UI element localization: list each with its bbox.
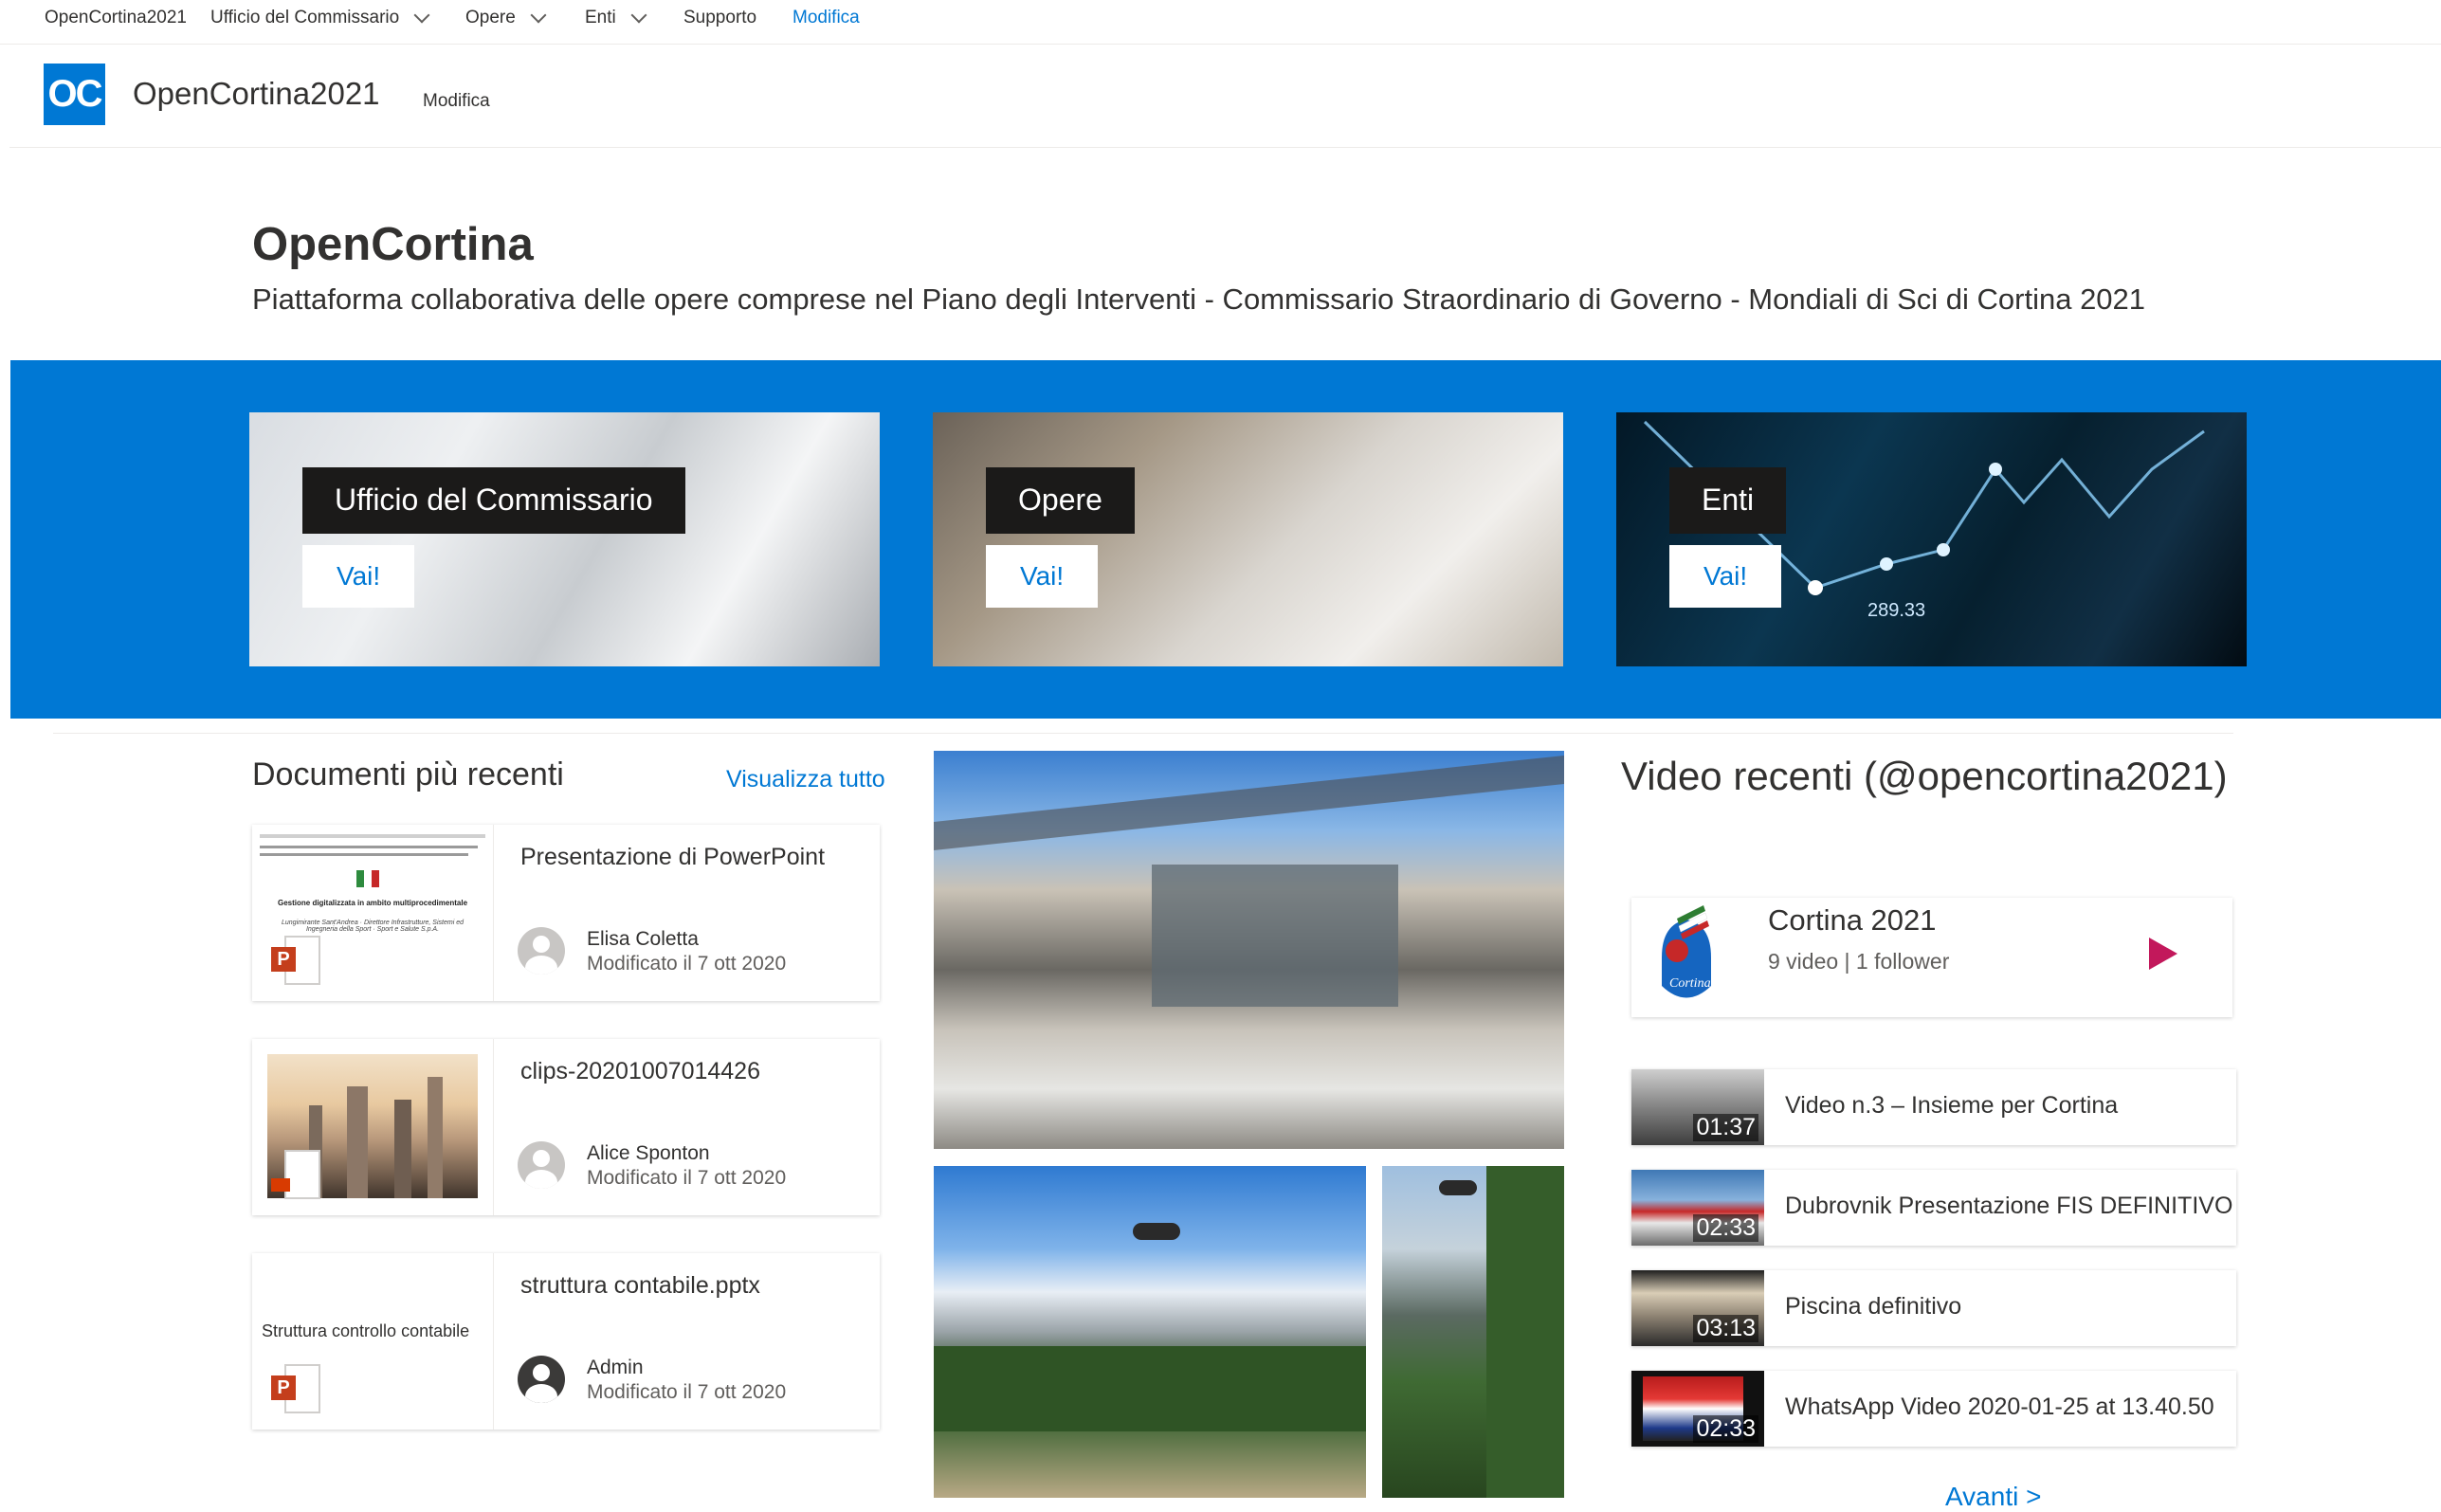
tile-opere[interactable]: Opere Vai! bbox=[933, 412, 1563, 666]
suite-nav-modifica[interactable]: Modifica bbox=[792, 8, 860, 28]
video-title: Dubrovnik Presentazione FIS DEFINITIVO bbox=[1785, 1193, 2233, 1219]
tile-label: Enti bbox=[1669, 467, 1787, 534]
video-duration: 01:37 bbox=[1693, 1114, 1758, 1141]
video-file-icon bbox=[271, 1150, 320, 1199]
documents-title: Documenti più recenti bbox=[252, 756, 564, 792]
document-author: Alice Sponton bbox=[587, 1142, 710, 1164]
avatar bbox=[518, 1141, 565, 1189]
document-modified: Modificato il 7 ott 2020 bbox=[587, 953, 787, 975]
suite-nav-enti[interactable]: Enti bbox=[585, 7, 647, 28]
videos-title: Video recenti (@opencortina2021) bbox=[1621, 754, 2228, 798]
tile-label: Ufficio del Commissario bbox=[302, 467, 685, 534]
suite-nav-supporto-label: Supporto bbox=[683, 8, 757, 27]
site-title[interactable]: OpenCortina2021 bbox=[133, 76, 380, 112]
channel-name: Cortina 2021 bbox=[1768, 903, 1937, 937]
document-thumbnail bbox=[252, 1039, 494, 1215]
tile-ufficio[interactable]: Ufficio del Commissario Vai! bbox=[249, 412, 880, 666]
tile-enti[interactable]: 289.33 Enti Vai! bbox=[1616, 412, 2247, 666]
gallery-photo-cableway[interactable] bbox=[934, 751, 1564, 1149]
avatar bbox=[518, 927, 565, 975]
suite-nav-ufficio[interactable]: Ufficio del Commissario bbox=[210, 7, 430, 28]
video-thumbnail: 01:37 bbox=[1631, 1069, 1764, 1145]
video-item[interactable]: 01:37 Video n.3 – Insieme per Cortina bbox=[1631, 1069, 2236, 1145]
chevron-down-icon bbox=[630, 7, 647, 24]
site-logo[interactable]: OC bbox=[44, 64, 105, 125]
view-all-link[interactable]: Visualizza tutto bbox=[726, 766, 885, 793]
chevron-down-icon bbox=[530, 7, 547, 24]
document-name: clips-20201007014426 bbox=[520, 1058, 760, 1084]
video-item[interactable]: 02:33 WhatsApp Video 2020-01-25 at 13.40… bbox=[1631, 1371, 2236, 1447]
video-thumbnail: 02:33 bbox=[1631, 1371, 1764, 1447]
document-thumbnail: Gestione digitalizzata in ambito multipr… bbox=[252, 825, 494, 1001]
document-thumbnail: Struttura controllo contabile P bbox=[252, 1253, 494, 1430]
suite-nav-opere[interactable]: Opere bbox=[465, 7, 547, 28]
tile-go-button[interactable]: Vai! bbox=[302, 545, 415, 608]
tile-label: Opere bbox=[986, 467, 1135, 534]
thumbnail-subtext: Lungimirante Sant'Andrea · Direttore Inf… bbox=[282, 920, 464, 933]
chart-value-label: 289.33 bbox=[1867, 600, 1925, 621]
tile-go-button[interactable]: Vai! bbox=[1669, 545, 1782, 608]
powerpoint-icon: P bbox=[271, 936, 320, 985]
document-author: Elisa Coletta bbox=[587, 928, 699, 950]
video-thumbnail: 02:33 bbox=[1631, 1170, 1764, 1246]
suite-nav-home[interactable]: OpenCortina2021 bbox=[45, 8, 187, 28]
gallery-photo-helicopter[interactable] bbox=[934, 1166, 1366, 1498]
cortina-logo-text: Cortina bbox=[1669, 976, 1711, 991]
page-subtitle: Piattaforma collaborativa delle opere co… bbox=[252, 282, 2146, 316]
powerpoint-icon: P bbox=[271, 1364, 320, 1413]
video-thumbnail: 03:13 bbox=[1631, 1270, 1764, 1346]
suite-nav-home-label: OpenCortina2021 bbox=[45, 8, 187, 27]
video-item[interactable]: 03:13 Piscina definitivo bbox=[1631, 1270, 2236, 1346]
section-divider bbox=[53, 733, 2233, 734]
thumbnail-text: Struttura controllo contabile bbox=[262, 1321, 470, 1340]
suite-nav-supporto[interactable]: Supporto bbox=[683, 8, 756, 28]
channel-stats: 9 video | 1 follower bbox=[1768, 949, 1950, 974]
video-title: Video n.3 – Insieme per Cortina bbox=[1785, 1092, 2119, 1119]
cortina-logo: Cortina bbox=[1662, 905, 1711, 998]
document-card[interactable]: Struttura controllo contabile P struttur… bbox=[252, 1253, 880, 1430]
video-item[interactable]: 02:33 Dubrovnik Presentazione FIS DEFINI… bbox=[1631, 1170, 2236, 1246]
page-title: OpenCortina bbox=[252, 219, 534, 270]
avatar bbox=[518, 1356, 565, 1403]
video-duration: 03:13 bbox=[1693, 1315, 1758, 1342]
financial-chart-image: 289.33 bbox=[1643, 420, 2205, 621]
document-name: struttura contabile.pptx bbox=[520, 1272, 760, 1299]
document-name: Presentazione di PowerPoint bbox=[520, 844, 826, 870]
suite-nav-ufficio-label: Ufficio del Commissario bbox=[210, 8, 400, 27]
suite-nav-enti-label: Enti bbox=[585, 8, 616, 27]
video-channel-card[interactable]: Cortina Cortina 2021 9 video | 1 followe… bbox=[1631, 898, 2232, 1017]
document-card[interactable]: Gestione digitalizzata in ambito multipr… bbox=[252, 825, 880, 1001]
tile-go-button[interactable]: Vai! bbox=[986, 545, 1099, 608]
video-title: Piscina definitivo bbox=[1785, 1293, 1962, 1320]
gallery-photo-forest[interactable] bbox=[1382, 1166, 1564, 1498]
next-page-link[interactable]: Avanti > bbox=[1945, 1482, 2041, 1512]
video-duration: 02:33 bbox=[1693, 1415, 1758, 1443]
video-duration: 02:33 bbox=[1693, 1214, 1758, 1242]
suite-nav-opere-label: Opere bbox=[465, 8, 516, 27]
site-logo-text: OC bbox=[47, 73, 103, 115]
video-title: WhatsApp Video 2020-01-25 at 13.40.50 bbox=[1785, 1394, 2214, 1420]
document-modified: Modificato il 7 ott 2020 bbox=[587, 1381, 787, 1403]
document-modified: Modificato il 7 ott 2020 bbox=[587, 1167, 787, 1189]
document-card[interactable]: clips-20201007014426 Alice Sponton Modif… bbox=[252, 1039, 880, 1215]
thumbnail-heading: Gestione digitalizzata in ambito multipr… bbox=[277, 899, 468, 907]
chevron-down-icon bbox=[413, 7, 430, 24]
document-author: Admin bbox=[587, 1357, 644, 1378]
play-icon[interactable] bbox=[2149, 938, 2177, 970]
suite-nav-modifica-label: Modifica bbox=[792, 8, 860, 27]
edit-link[interactable]: Modifica bbox=[423, 91, 490, 112]
